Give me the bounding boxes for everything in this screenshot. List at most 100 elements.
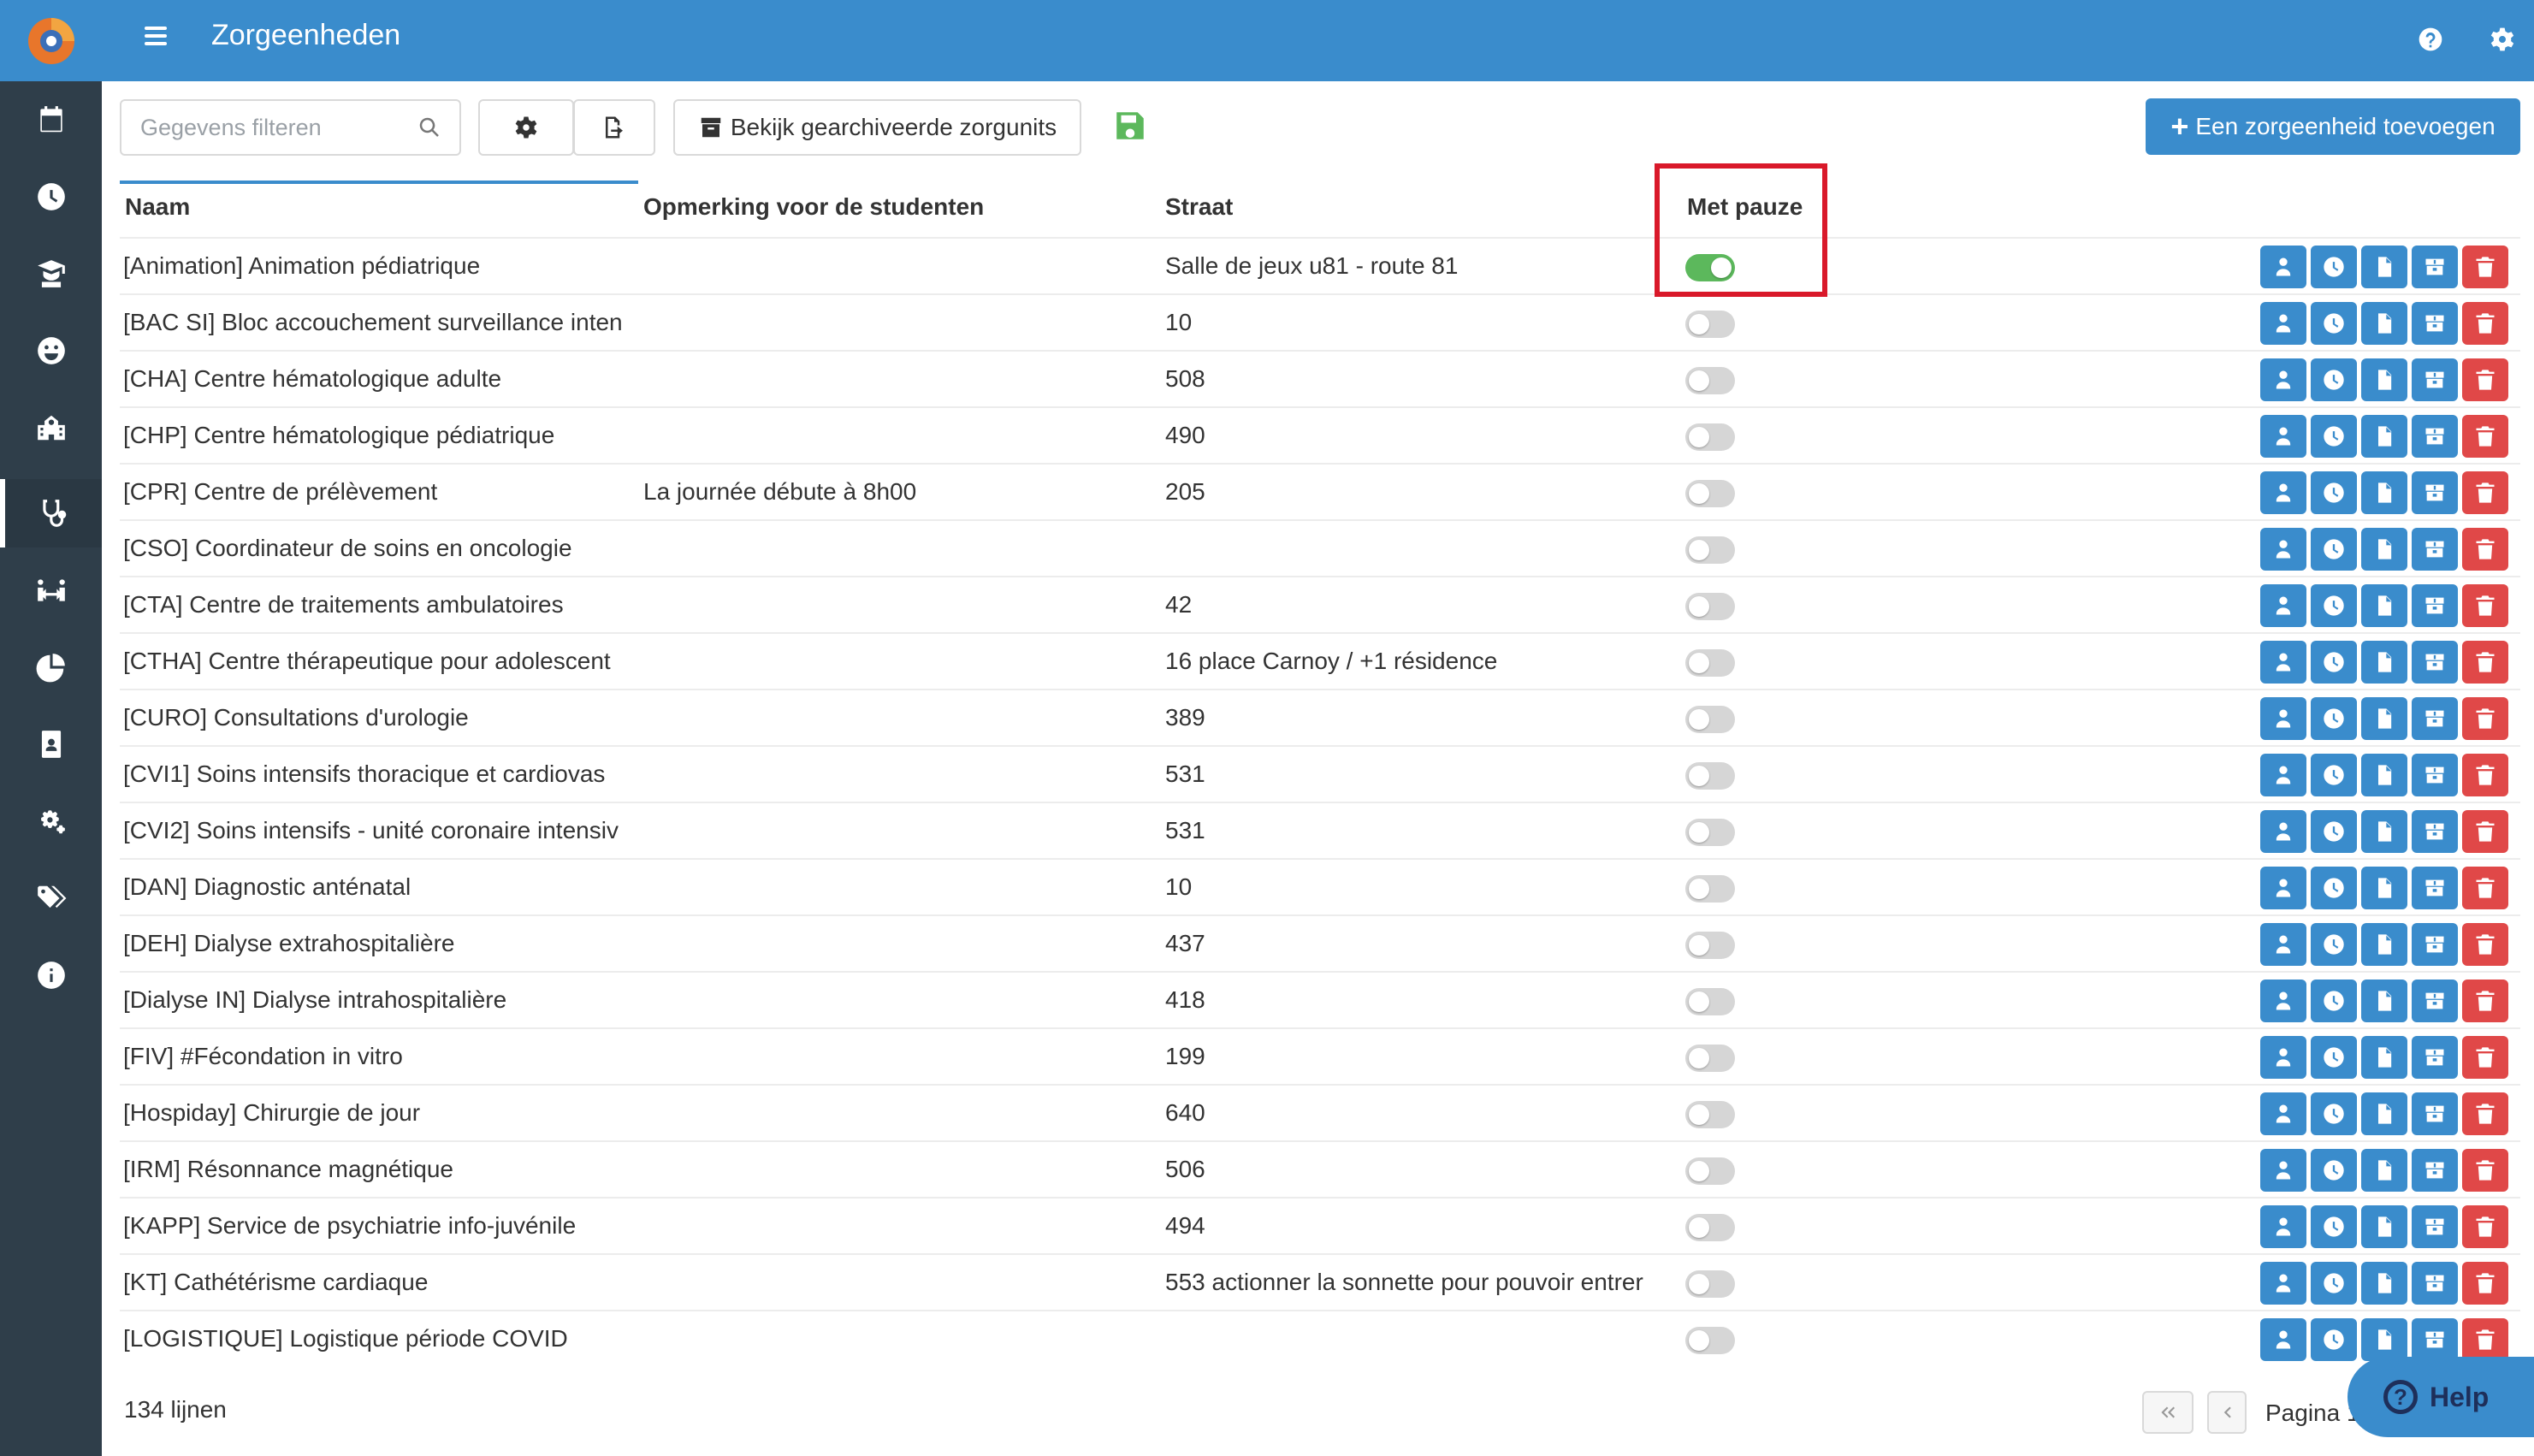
- search-field[interactable]: [120, 99, 461, 156]
- schedule-button[interactable]: [2311, 246, 2357, 288]
- sidebar-item-info[interactable]: [0, 941, 102, 1009]
- delete-button[interactable]: [2462, 302, 2508, 345]
- archive-button[interactable]: [2412, 867, 2458, 909]
- column-header-street[interactable]: Straat: [1165, 193, 1233, 221]
- schedule-button[interactable]: [2311, 1036, 2357, 1079]
- schedule-button[interactable]: [2311, 1262, 2357, 1305]
- document-button[interactable]: [2361, 923, 2407, 966]
- archive-button[interactable]: [2412, 415, 2458, 458]
- delete-button[interactable]: [2462, 584, 2508, 627]
- pause-toggle[interactable]: [1685, 311, 1735, 338]
- sidebar-item-time[interactable]: [0, 163, 102, 231]
- document-button[interactable]: [2361, 584, 2407, 627]
- delete-button[interactable]: [2462, 980, 2508, 1022]
- column-header-name[interactable]: Naam: [125, 193, 190, 221]
- delete-button[interactable]: [2462, 1036, 2508, 1079]
- archive-button[interactable]: [2412, 980, 2458, 1022]
- document-button[interactable]: [2361, 1036, 2407, 1079]
- schedule-button[interactable]: [2311, 528, 2357, 571]
- previous-page-button[interactable]: [2207, 1391, 2247, 1434]
- document-button[interactable]: [2361, 697, 2407, 740]
- delete-button[interactable]: [2462, 867, 2508, 909]
- archive-button[interactable]: [2412, 1149, 2458, 1192]
- assign-user-button[interactable]: [2260, 923, 2306, 966]
- schedule-button[interactable]: [2311, 1092, 2357, 1135]
- pause-toggle[interactable]: [1685, 423, 1735, 451]
- delete-button[interactable]: [2462, 415, 2508, 458]
- pause-toggle[interactable]: [1685, 367, 1735, 394]
- pause-toggle[interactable]: [1685, 988, 1735, 1015]
- document-button[interactable]: [2361, 754, 2407, 796]
- pause-toggle[interactable]: [1685, 1214, 1735, 1241]
- sidebar-item-students[interactable]: [0, 240, 102, 308]
- assign-user-button[interactable]: [2260, 641, 2306, 684]
- add-care-unit-button[interactable]: + Een zorgeenheid toevoegen: [2146, 98, 2520, 155]
- pause-toggle[interactable]: [1685, 1101, 1735, 1128]
- archived-units-button[interactable]: Bekijk gearchiveerde zorgunits: [673, 99, 1081, 156]
- archive-button[interactable]: [2412, 1318, 2458, 1361]
- document-button[interactable]: [2361, 1149, 2407, 1192]
- save-icon[interactable]: [1112, 108, 1148, 144]
- delete-button[interactable]: [2462, 1205, 2508, 1248]
- archive-button[interactable]: [2412, 697, 2458, 740]
- sidebar-item-settings[interactable]: [0, 787, 102, 855]
- delete-button[interactable]: [2462, 641, 2508, 684]
- delete-button[interactable]: [2462, 246, 2508, 288]
- assign-user-button[interactable]: [2260, 867, 2306, 909]
- delete-button[interactable]: [2462, 1262, 2508, 1305]
- pause-toggle[interactable]: [1685, 480, 1735, 507]
- sidebar-item-tags[interactable]: [0, 864, 102, 932]
- document-button[interactable]: [2361, 1262, 2407, 1305]
- schedule-button[interactable]: [2311, 867, 2357, 909]
- assign-user-button[interactable]: [2260, 810, 2306, 853]
- schedule-button[interactable]: [2311, 697, 2357, 740]
- column-header-note[interactable]: Opmerking voor de studenten: [643, 193, 984, 221]
- sidebar-item-calendar[interactable]: [0, 86, 102, 154]
- delete-button[interactable]: [2462, 471, 2508, 514]
- assign-user-button[interactable]: [2260, 1205, 2306, 1248]
- app-logo[interactable]: [0, 0, 102, 81]
- assign-user-button[interactable]: [2260, 1318, 2306, 1361]
- table-row[interactable]: [CVI2] Soins intensifs - unité coronaire…: [120, 802, 2520, 858]
- archive-button[interactable]: [2412, 754, 2458, 796]
- assign-user-button[interactable]: [2260, 754, 2306, 796]
- delete-button[interactable]: [2462, 1149, 2508, 1192]
- table-row[interactable]: [LOGISTIQUE] Logistique période COVID: [120, 1310, 2520, 1366]
- assign-user-button[interactable]: [2260, 584, 2306, 627]
- archive-button[interactable]: [2412, 641, 2458, 684]
- delete-button[interactable]: [2462, 1318, 2508, 1361]
- table-row[interactable]: [Hospiday] Chirurgie de jour 640: [120, 1084, 2520, 1140]
- delete-button[interactable]: [2462, 697, 2508, 740]
- table-row[interactable]: [CTHA] Centre thérapeutique pour adolesc…: [120, 632, 2520, 689]
- assign-user-button[interactable]: [2260, 1149, 2306, 1192]
- schedule-button[interactable]: [2311, 810, 2357, 853]
- table-row[interactable]: [Dialyse IN] Dialyse intrahospitalière 41…: [120, 971, 2520, 1027]
- archive-button[interactable]: [2412, 584, 2458, 627]
- menu-icon[interactable]: [145, 22, 179, 56]
- schedule-button[interactable]: [2311, 358, 2357, 401]
- sidebar-item-badge[interactable]: [0, 710, 102, 778]
- document-button[interactable]: [2361, 528, 2407, 571]
- sidebar-item-care-units[interactable]: [0, 479, 102, 547]
- help-icon[interactable]: [2412, 21, 2449, 58]
- archive-button[interactable]: [2412, 471, 2458, 514]
- schedule-button[interactable]: [2311, 754, 2357, 796]
- delete-button[interactable]: [2462, 528, 2508, 571]
- document-button[interactable]: [2361, 867, 2407, 909]
- document-button[interactable]: [2361, 302, 2407, 345]
- pause-toggle[interactable]: [1685, 593, 1735, 620]
- assign-user-button[interactable]: [2260, 1262, 2306, 1305]
- archive-button[interactable]: [2412, 810, 2458, 853]
- table-row[interactable]: [CVI1] Soins intensifs thoracique et car…: [120, 745, 2520, 802]
- table-row[interactable]: [CHP] Centre hématologique pédiatrique 49…: [120, 406, 2520, 463]
- table-row[interactable]: [FIV] #Fécondation in vitro 199: [120, 1027, 2520, 1084]
- schedule-button[interactable]: [2311, 584, 2357, 627]
- pause-toggle[interactable]: [1685, 875, 1735, 903]
- schedule-button[interactable]: [2311, 923, 2357, 966]
- pause-toggle[interactable]: [1685, 1045, 1735, 1072]
- gear-icon[interactable]: [2484, 21, 2521, 58]
- document-button[interactable]: [2361, 1318, 2407, 1361]
- schedule-button[interactable]: [2311, 980, 2357, 1022]
- document-button[interactable]: [2361, 471, 2407, 514]
- pause-toggle[interactable]: [1685, 1270, 1735, 1298]
